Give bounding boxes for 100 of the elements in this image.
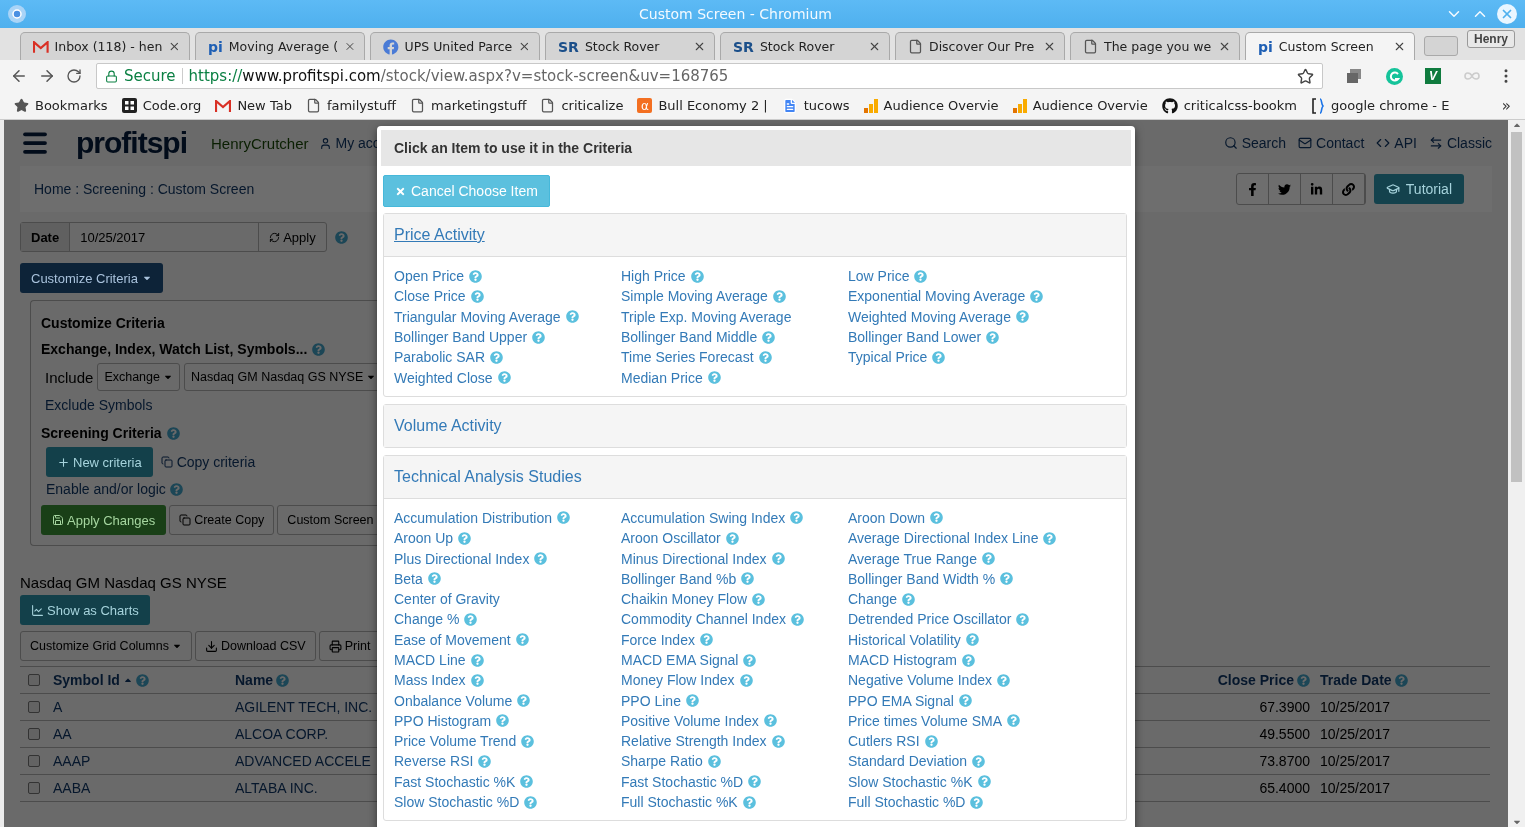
criteria-item[interactable]: Commodity Channel Index bbox=[621, 611, 786, 628]
bookmark[interactable]: Code.org bbox=[121, 98, 202, 113]
help-icon[interactable] bbox=[520, 775, 534, 789]
help-icon[interactable] bbox=[981, 552, 995, 565]
extension-icon[interactable] bbox=[1345, 67, 1363, 85]
criteria-item[interactable]: Close Price bbox=[394, 288, 466, 305]
exchange-dropdown[interactable]: Exchange bbox=[97, 363, 180, 391]
help-icon[interactable] bbox=[469, 269, 483, 283]
scrollbar-thumb[interactable] bbox=[1511, 132, 1522, 482]
browser-tab[interactable]: SR Stock Rover bbox=[545, 32, 715, 60]
criteria-item[interactable]: Standard Deviation bbox=[848, 753, 968, 770]
tutorial-button[interactable]: Tutorial bbox=[1373, 174, 1464, 204]
criteria-item[interactable]: PPO EMA Signal bbox=[848, 692, 954, 709]
help-icon[interactable] bbox=[772, 289, 786, 303]
criteria-item[interactable]: Force Index bbox=[621, 631, 695, 648]
extension-icon[interactable]: V bbox=[1425, 68, 1441, 84]
show-charts-button[interactable]: Show as Charts bbox=[20, 595, 150, 625]
criteria-item[interactable]: Change bbox=[848, 591, 898, 608]
close-button[interactable] bbox=[1497, 4, 1517, 24]
table-cell[interactable]: AABA bbox=[48, 775, 230, 802]
help-icon[interactable] bbox=[1297, 673, 1310, 687]
help-icon[interactable] bbox=[748, 775, 762, 789]
help-icon[interactable] bbox=[1043, 531, 1057, 545]
help-icon[interactable] bbox=[312, 342, 326, 356]
criteria-item[interactable]: Bollinger Band %b bbox=[621, 570, 737, 587]
criteria-item[interactable]: Time Series Forecast bbox=[621, 349, 754, 366]
column-header[interactable]: Trade Date bbox=[1320, 672, 1392, 688]
criteria-item[interactable]: PPO Line bbox=[621, 692, 681, 709]
criteria-item[interactable]: Aroon Up bbox=[394, 530, 454, 547]
bookmark[interactable]: google chrome - E bbox=[1311, 97, 1450, 114]
help-icon[interactable] bbox=[771, 734, 785, 748]
criteria-item[interactable]: MACD EMA Signal bbox=[621, 652, 739, 668]
help-icon[interactable] bbox=[707, 371, 721, 385]
help-icon[interactable] bbox=[970, 795, 984, 809]
help-icon[interactable] bbox=[758, 350, 772, 364]
criteria-item[interactable]: Accumulation Swing Index bbox=[621, 509, 786, 526]
help-icon[interactable] bbox=[334, 230, 348, 244]
toolbar-button[interactable]: Download CSV bbox=[194, 631, 316, 661]
copy-criteria-link[interactable]: Copy criteria bbox=[160, 454, 256, 470]
criteria-item[interactable]: Chaikin Money Flow bbox=[621, 591, 748, 608]
bookmark[interactable]: marketingstuff bbox=[410, 98, 527, 113]
help-icon[interactable] bbox=[515, 633, 529, 647]
bookmark[interactable]: tucows bbox=[781, 97, 850, 114]
extension-icon[interactable] bbox=[1385, 67, 1403, 85]
criteria-item[interactable]: Average True Range bbox=[848, 550, 977, 567]
help-icon[interactable] bbox=[470, 673, 484, 687]
help-icon[interactable] bbox=[490, 350, 504, 364]
criteria-item[interactable]: Historical Volatility bbox=[848, 631, 961, 648]
browser-tab[interactable]: The page you we bbox=[1070, 32, 1240, 60]
close-tab-icon[interactable] bbox=[1043, 40, 1056, 53]
help-icon[interactable] bbox=[1030, 289, 1044, 303]
criteria-item[interactable]: Reverse RSI bbox=[394, 753, 474, 770]
toolbar-button[interactable]: Customize Grid Columns bbox=[20, 631, 192, 661]
criteria-item[interactable]: Triple Exp. Moving Average bbox=[621, 308, 792, 325]
criteria-item[interactable]: Full Stochastic %K bbox=[621, 794, 738, 811]
criteria-item[interactable]: High Price bbox=[621, 268, 686, 285]
table-cell[interactable]: A bbox=[48, 694, 230, 721]
bookmark[interactable]: Bookmarks bbox=[14, 98, 108, 113]
help-icon[interactable] bbox=[470, 653, 484, 667]
criteria-item[interactable]: Fast Stochastic %D bbox=[621, 773, 744, 790]
help-icon[interactable] bbox=[1015, 310, 1029, 324]
criteria-item[interactable]: Price Volume Trend bbox=[394, 733, 517, 750]
close-tab-icon[interactable] bbox=[1218, 40, 1231, 53]
help-icon[interactable] bbox=[565, 310, 579, 324]
help-icon[interactable] bbox=[521, 734, 535, 748]
criteria-item[interactable]: Plus Directional Index bbox=[394, 550, 530, 567]
help-icon[interactable] bbox=[685, 694, 699, 708]
help-icon[interactable] bbox=[169, 482, 183, 496]
breadcrumb[interactable]: Home : Screening : Custom Screen bbox=[34, 181, 255, 197]
back-button[interactable] bbox=[10, 67, 28, 85]
criteria-item[interactable]: Accumulation Distribution bbox=[394, 509, 552, 526]
help-icon[interactable] bbox=[556, 511, 570, 525]
browser-tab[interactable]: UPS United Parce bbox=[370, 32, 540, 60]
criteria-item[interactable]: Exponential Moving Average bbox=[848, 288, 1026, 305]
criteria-item[interactable]: Aroon Oscillator bbox=[621, 530, 721, 547]
nav-link[interactable]: API bbox=[1376, 135, 1417, 151]
more-bookmarks[interactable]: » bbox=[1501, 96, 1511, 115]
criteria-item[interactable]: Bollinger Band Lower bbox=[848, 329, 982, 346]
criteria-item[interactable]: Onbalance Volume bbox=[394, 692, 513, 709]
help-icon[interactable] bbox=[986, 330, 1000, 344]
help-icon[interactable] bbox=[725, 531, 739, 545]
exclude-link[interactable]: Exclude Symbols bbox=[45, 397, 153, 413]
create-copy-button[interactable]: Create Copy bbox=[169, 505, 275, 535]
help-icon[interactable] bbox=[972, 755, 986, 768]
criteria-item[interactable]: Cutlers RSI bbox=[848, 733, 920, 750]
checkbox[interactable] bbox=[28, 701, 40, 713]
help-icon[interactable] bbox=[166, 426, 180, 440]
help-icon[interactable] bbox=[997, 673, 1010, 687]
bookmark[interactable]: Audience Overvie bbox=[1012, 98, 1148, 113]
table-cell[interactable]: AAAP bbox=[48, 748, 230, 775]
help-icon[interactable] bbox=[135, 673, 149, 687]
help-icon[interactable] bbox=[1394, 673, 1408, 687]
help-icon[interactable] bbox=[743, 653, 757, 667]
bookmark[interactable]: criticalcss-bookm bbox=[1161, 97, 1297, 114]
help-icon[interactable] bbox=[914, 269, 928, 283]
help-icon[interactable] bbox=[762, 330, 776, 344]
browser-tab[interactable]: pi Moving Average ( bbox=[195, 32, 365, 60]
nav-link[interactable]: Classic bbox=[1428, 135, 1492, 151]
help-icon[interactable] bbox=[763, 714, 777, 728]
checkbox[interactable] bbox=[28, 674, 40, 686]
